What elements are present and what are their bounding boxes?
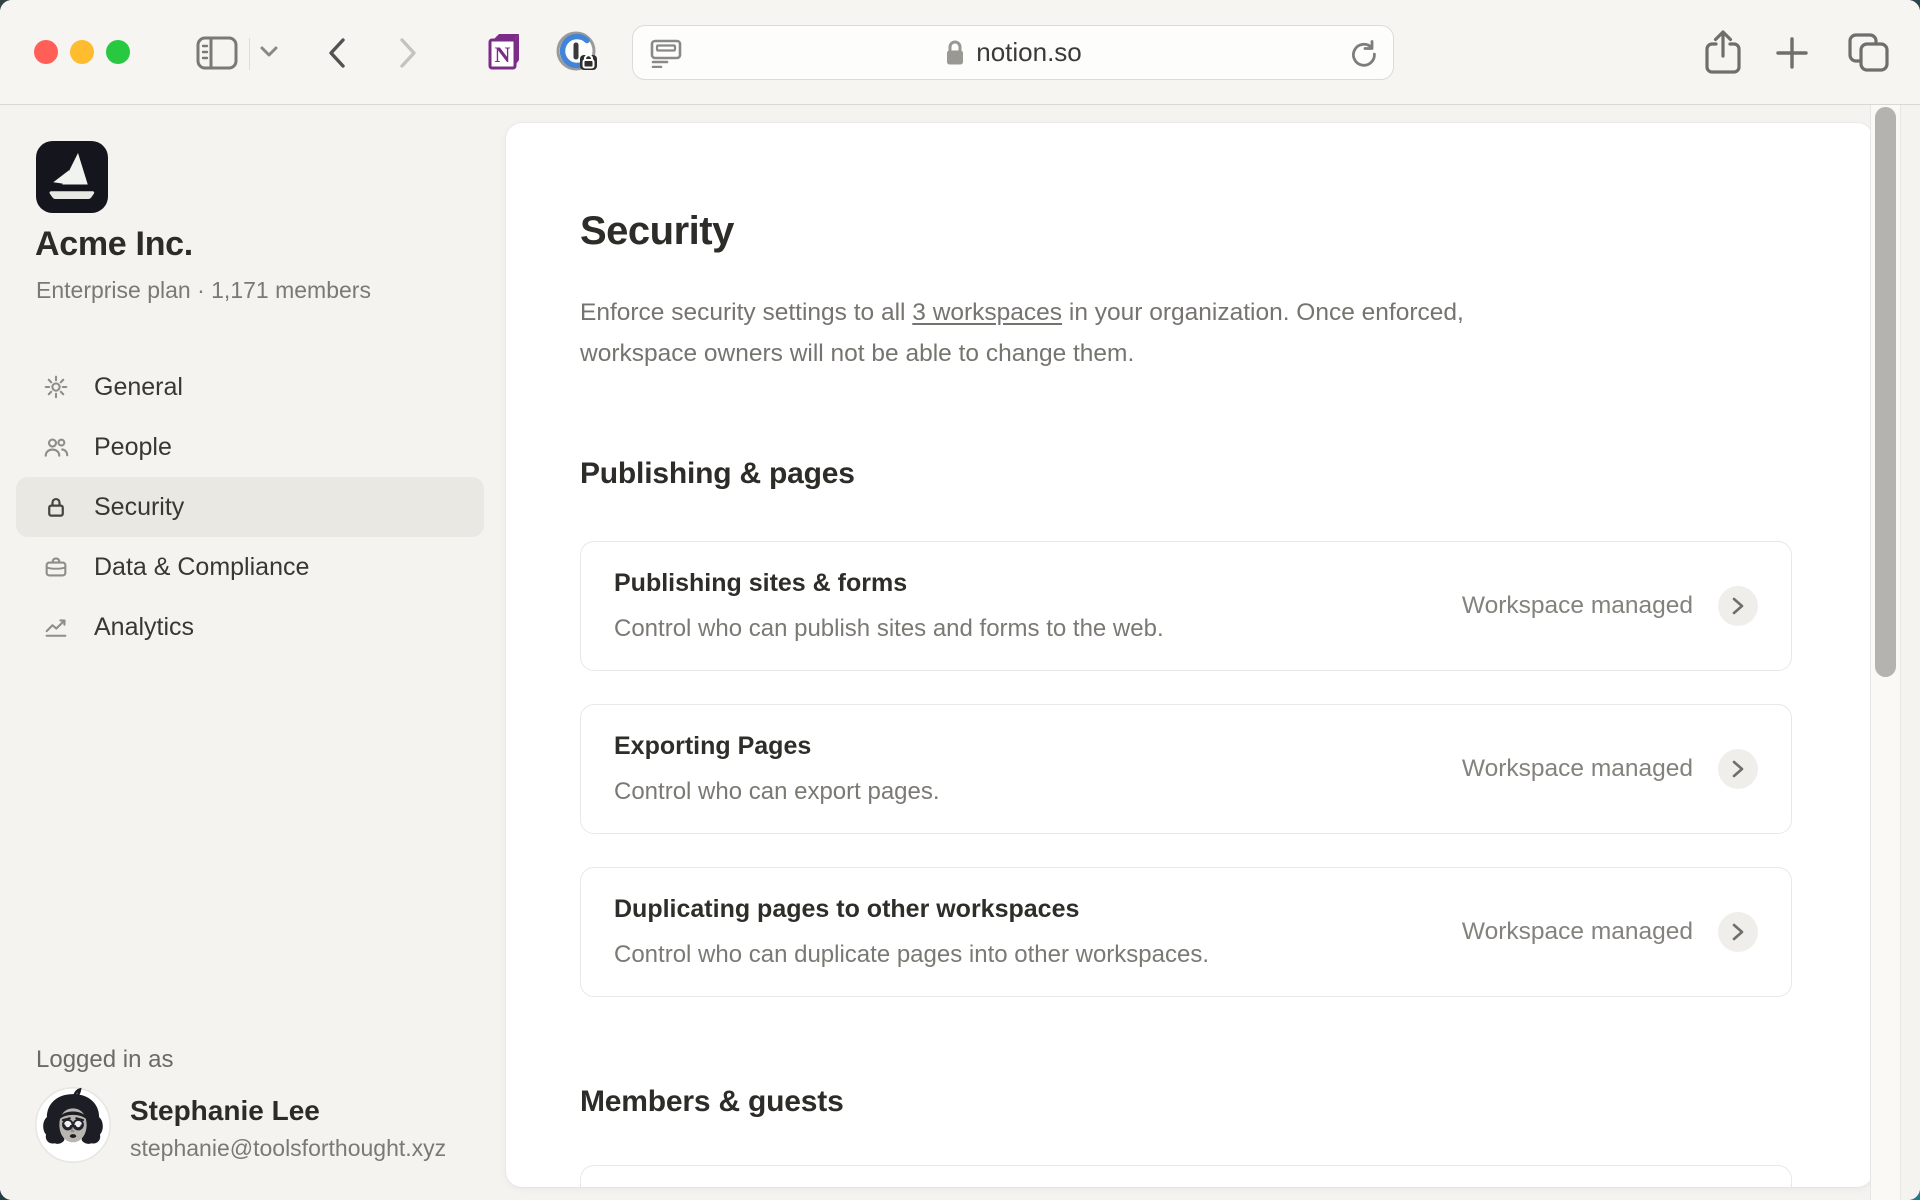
reload-icon[interactable] <box>1349 39 1379 76</box>
user-name: Stephanie Lee <box>130 1095 320 1127</box>
new-tab-icon[interactable] <box>1772 33 1812 73</box>
sidebar-item-label: Data & Compliance <box>94 553 309 582</box>
setting-card-partial[interactable] <box>580 1165 1792 1187</box>
lock-icon <box>42 493 70 521</box>
password-manager-extension-icon[interactable] <box>554 29 602 77</box>
card-control: Workspace managed <box>1462 586 1791 626</box>
sidebar-item-general[interactable]: General <box>16 357 484 417</box>
sidebar-item-security[interactable]: Security <box>16 477 484 537</box>
card-text: Publishing sites & forms Control who can… <box>581 569 1462 643</box>
card-text: Exporting Pages Control who can export p… <box>581 732 1462 806</box>
svg-text:N: N <box>495 42 511 67</box>
user-email: stephanie@toolsforthought.xyz <box>130 1135 446 1162</box>
gear-icon <box>42 373 70 401</box>
toolbar-divider <box>249 38 250 70</box>
user-avatar <box>35 1087 111 1168</box>
page-intro: Enforce security settings to all 3 works… <box>580 293 1540 374</box>
reader-options-icon[interactable] <box>649 38 683 73</box>
status-badge: Workspace managed <box>1462 755 1693 783</box>
back-button[interactable] <box>322 35 352 71</box>
fullscreen-window-button[interactable] <box>106 40 130 64</box>
sidebar-item-people[interactable]: People <box>16 417 484 477</box>
notion-extension-icon[interactable]: N <box>483 31 525 73</box>
chart-icon <box>42 613 70 641</box>
browser-toolbar: N <box>0 0 1920 105</box>
org-plan-meta: Enterprise plan · 1,171 members <box>36 277 371 304</box>
card-title: Duplicating pages to other workspaces <box>614 895 1462 924</box>
org-logo <box>36 141 108 218</box>
intro-text-before: Enforce security settings to all <box>580 299 912 326</box>
close-window-button[interactable] <box>34 40 58 64</box>
card-description: Control who can duplicate pages into oth… <box>614 941 1462 969</box>
setting-card-publishing-sites[interactable]: Publishing sites & forms Control who can… <box>580 541 1792 671</box>
page-content: Acme Inc. Enterprise plan · 1,171 member… <box>0 105 1920 1200</box>
card-control: Workspace managed <box>1462 749 1791 789</box>
section-heading-members: Members & guests <box>580 1085 844 1119</box>
status-badge: Workspace managed <box>1462 918 1693 946</box>
setting-card-duplicating-pages[interactable]: Duplicating pages to other workspaces Co… <box>580 867 1792 997</box>
forward-button[interactable] <box>393 35 423 71</box>
card-title: Publishing sites & forms <box>614 569 1462 598</box>
publishing-cards: Publishing sites & forms Control who can… <box>580 541 1792 1030</box>
sidebar-toggle-icon[interactable] <box>196 36 238 70</box>
chevron-right-button[interactable] <box>1718 586 1758 626</box>
card-text: Duplicating pages to other workspaces Co… <box>581 895 1462 969</box>
security-settings-panel: Security Enforce security settings to al… <box>506 123 1873 1187</box>
settings-nav: General People <box>16 357 484 657</box>
address-bar[interactable]: notion.so <box>632 25 1394 80</box>
card-description: Control who can publish sites and forms … <box>614 615 1462 643</box>
card-title: Exporting Pages <box>614 732 1462 761</box>
lock-icon <box>944 39 966 67</box>
sailboat-icon <box>36 141 108 213</box>
sidebar-item-label: General <box>94 373 183 402</box>
chevron-right-button[interactable] <box>1718 749 1758 789</box>
sidebar-item-data-compliance[interactable]: Data & Compliance <box>16 537 484 597</box>
status-badge: Workspace managed <box>1462 592 1693 620</box>
url-text: notion.so <box>976 37 1082 68</box>
browser-window: N <box>0 0 1920 1200</box>
card-description: Control who can export pages. <box>614 778 1462 806</box>
setting-card-exporting-pages[interactable]: Exporting Pages Control who can export p… <box>580 704 1792 834</box>
people-icon <box>42 433 70 461</box>
briefcase-icon <box>42 553 70 581</box>
logged-in-as-label: Logged in as <box>36 1046 173 1074</box>
card-control: Workspace managed <box>1462 912 1791 952</box>
scrollbar-thumb[interactable] <box>1875 107 1896 677</box>
tab-overview-icon[interactable] <box>1845 31 1893 75</box>
section-heading-publishing: Publishing & pages <box>580 457 855 491</box>
sidebar-item-label: Security <box>94 493 184 522</box>
org-name: Acme Inc. <box>35 225 193 264</box>
chevron-down-icon[interactable] <box>258 44 280 60</box>
chevron-right-button[interactable] <box>1718 912 1758 952</box>
workspaces-link[interactable]: 3 workspaces <box>912 299 1062 326</box>
sidebar-item-analytics[interactable]: Analytics <box>16 597 484 657</box>
url-display: notion.so <box>944 37 1082 68</box>
minimize-window-button[interactable] <box>70 40 94 64</box>
page-title: Security <box>580 209 734 254</box>
sidebar-item-label: People <box>94 433 172 462</box>
sidebar-item-label: Analytics <box>94 613 194 642</box>
share-icon[interactable] <box>1700 28 1746 78</box>
